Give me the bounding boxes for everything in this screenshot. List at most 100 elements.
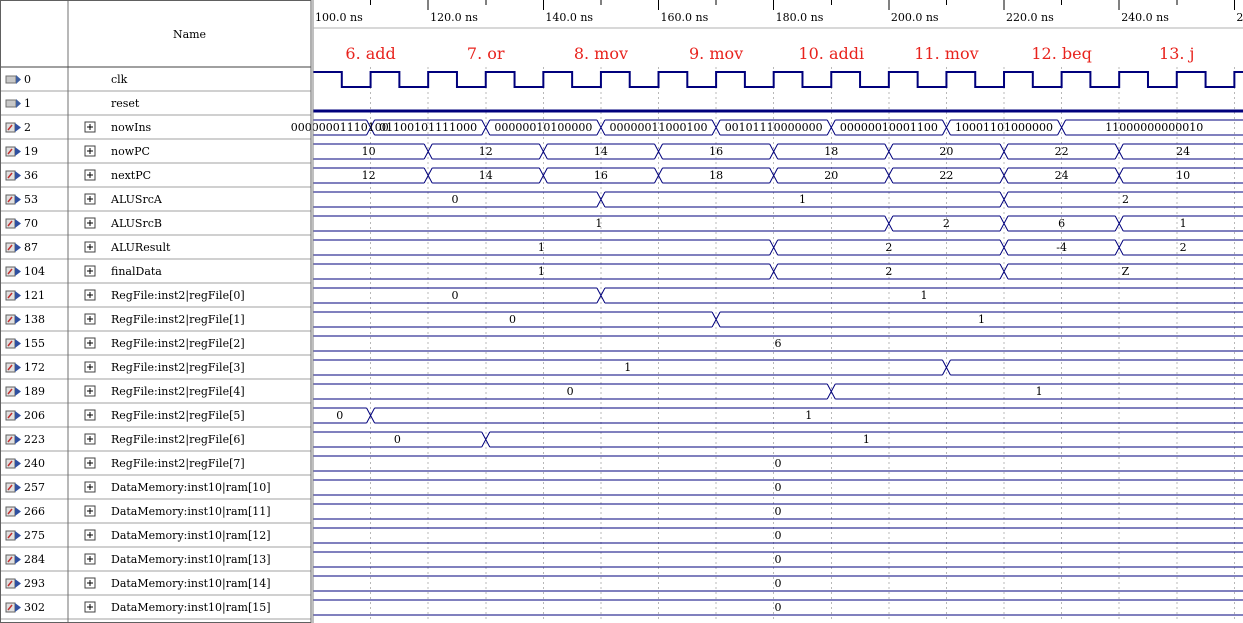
signal-index: 36 [24,169,38,182]
signal-index: 302 [24,601,45,614]
bus-value: 00000010100000 [494,121,592,134]
time-label: 160.0 ns [661,11,709,24]
bus-value: 10 [362,145,376,158]
waveform-viewer: Name 100.0 ns 120.0 ns 140.0 ns 160.0 ns 180.… [0,0,1243,623]
bus-transition [769,143,779,160]
bus-transition [538,143,548,160]
bus-value: 0 [775,601,782,614]
bus-value: 00000011000100 [610,121,708,134]
bus-value: 0 [509,313,516,326]
instruction-label: 7. or [467,44,505,63]
signal-index: 138 [24,313,45,326]
bus-transition [999,167,1009,184]
bus-transition [654,167,663,184]
signal-name: RegFile:inst2|regFile[4] [111,385,245,399]
bus-value: 6 [1058,217,1065,230]
signal-index: 19 [24,145,38,158]
bus-value: 1 [1180,217,1187,230]
bus-transition [423,143,433,160]
signal-name: RegFile:inst2|regFile[3] [111,361,245,375]
input-pin-body [5,99,17,108]
bus-transition [999,143,1009,160]
bus-value: 22 [939,169,953,182]
signal-name: DataMemory:inst10|ram[11] [111,505,271,519]
signal-name: DataMemory:inst10|ram[10] [111,481,271,495]
bus-value: 14 [479,169,493,182]
bus-transition [596,287,606,304]
bus-value: 12 [362,169,376,182]
bus-value: 0 [775,505,782,518]
bus-value: 24 [1055,169,1069,182]
bus-value: 20 [824,169,838,182]
bus-transition [596,191,606,208]
bus-transition [769,167,779,184]
bus-transition [769,263,779,280]
bus-value: 1 [624,361,631,374]
signal-index: 2 [24,121,31,134]
bus-value: 12 [479,145,493,158]
signal-index: 0 [24,73,31,86]
bus-value: 10 [1176,169,1190,182]
signal-name: ALUResult [110,241,171,254]
time-label: 260.0 ns [1236,11,1243,24]
bus-value: 16 [709,145,723,158]
bus-value: 2 [885,265,892,278]
bus-value: 22 [1055,145,1069,158]
bus-value: 2 [943,217,950,230]
bus-value: 2 [885,241,892,254]
signal-name: RegFile:inst2|regFile[0] [111,289,245,303]
signal-name: DataMemory:inst10|ram[14] [111,577,271,591]
header-panel [0,0,311,67]
instruction-label: 13. j [1159,44,1195,63]
signal-name: RegFile:inst2|regFile[7] [111,457,245,471]
bus-value: Z [1122,265,1130,278]
bus-transition [423,167,433,184]
signal-index: 70 [24,217,38,230]
bus-value: 01100101111000 [379,121,477,134]
signal-name: DataMemory:inst10|ram[15] [111,601,271,615]
signal-index: 189 [24,385,45,398]
instruction-label: 6. add [345,44,395,63]
signal-name: ALUSrcA [110,193,163,206]
name-column-header: Name [173,28,206,41]
signal-name: nowPC [111,145,150,158]
time-label: 140.0 ns [545,11,593,24]
input-pin-body [5,75,17,84]
signal-name: nextPC [111,169,151,182]
bus-value: 2 [1122,193,1129,206]
signal-name: clk [111,73,128,86]
bus-value: 18 [824,145,838,158]
bus-transition [999,263,1009,280]
signal-index: 257 [24,481,45,494]
signal-index: 172 [24,361,45,374]
signal-name: DataMemory:inst10|ram[12] [111,529,271,543]
bus-value: 0 [775,553,782,566]
bus-value: 1 [863,433,870,446]
bus-value: 0 [775,457,782,470]
bus-transition [654,143,663,160]
bus-value: 0 [775,481,782,494]
bus-segment [950,359,1243,376]
time-label: 240.0 ns [1121,11,1169,24]
signal-index: 284 [24,553,45,566]
signal-name: RegFile:inst2|regFile[6] [111,433,245,447]
signal-name: nowIns [111,121,152,134]
bus-transition [884,143,894,160]
time-label: 120.0 ns [430,11,478,24]
bus-value: 1 [805,409,812,422]
signal-name: ALUSrcB [110,217,162,230]
time-label: 100.0 ns [315,11,363,24]
bus-value: 0 [775,577,782,590]
bus-value: 00000001110100 [291,121,389,134]
signal-index: 87 [24,241,38,254]
bus-value: 00000010001100 [840,121,938,134]
signal-index: 240 [24,457,45,470]
bus-value: 0 [451,193,458,206]
signal-index: 223 [24,433,45,446]
signal-name: RegFile:inst2|regFile[2] [111,337,245,351]
bus-transition [999,191,1009,208]
bus-transition [884,167,894,184]
bus-value: 6 [775,337,782,350]
bus-value: 11000000000010 [1105,121,1203,134]
bus-transition [481,431,491,448]
